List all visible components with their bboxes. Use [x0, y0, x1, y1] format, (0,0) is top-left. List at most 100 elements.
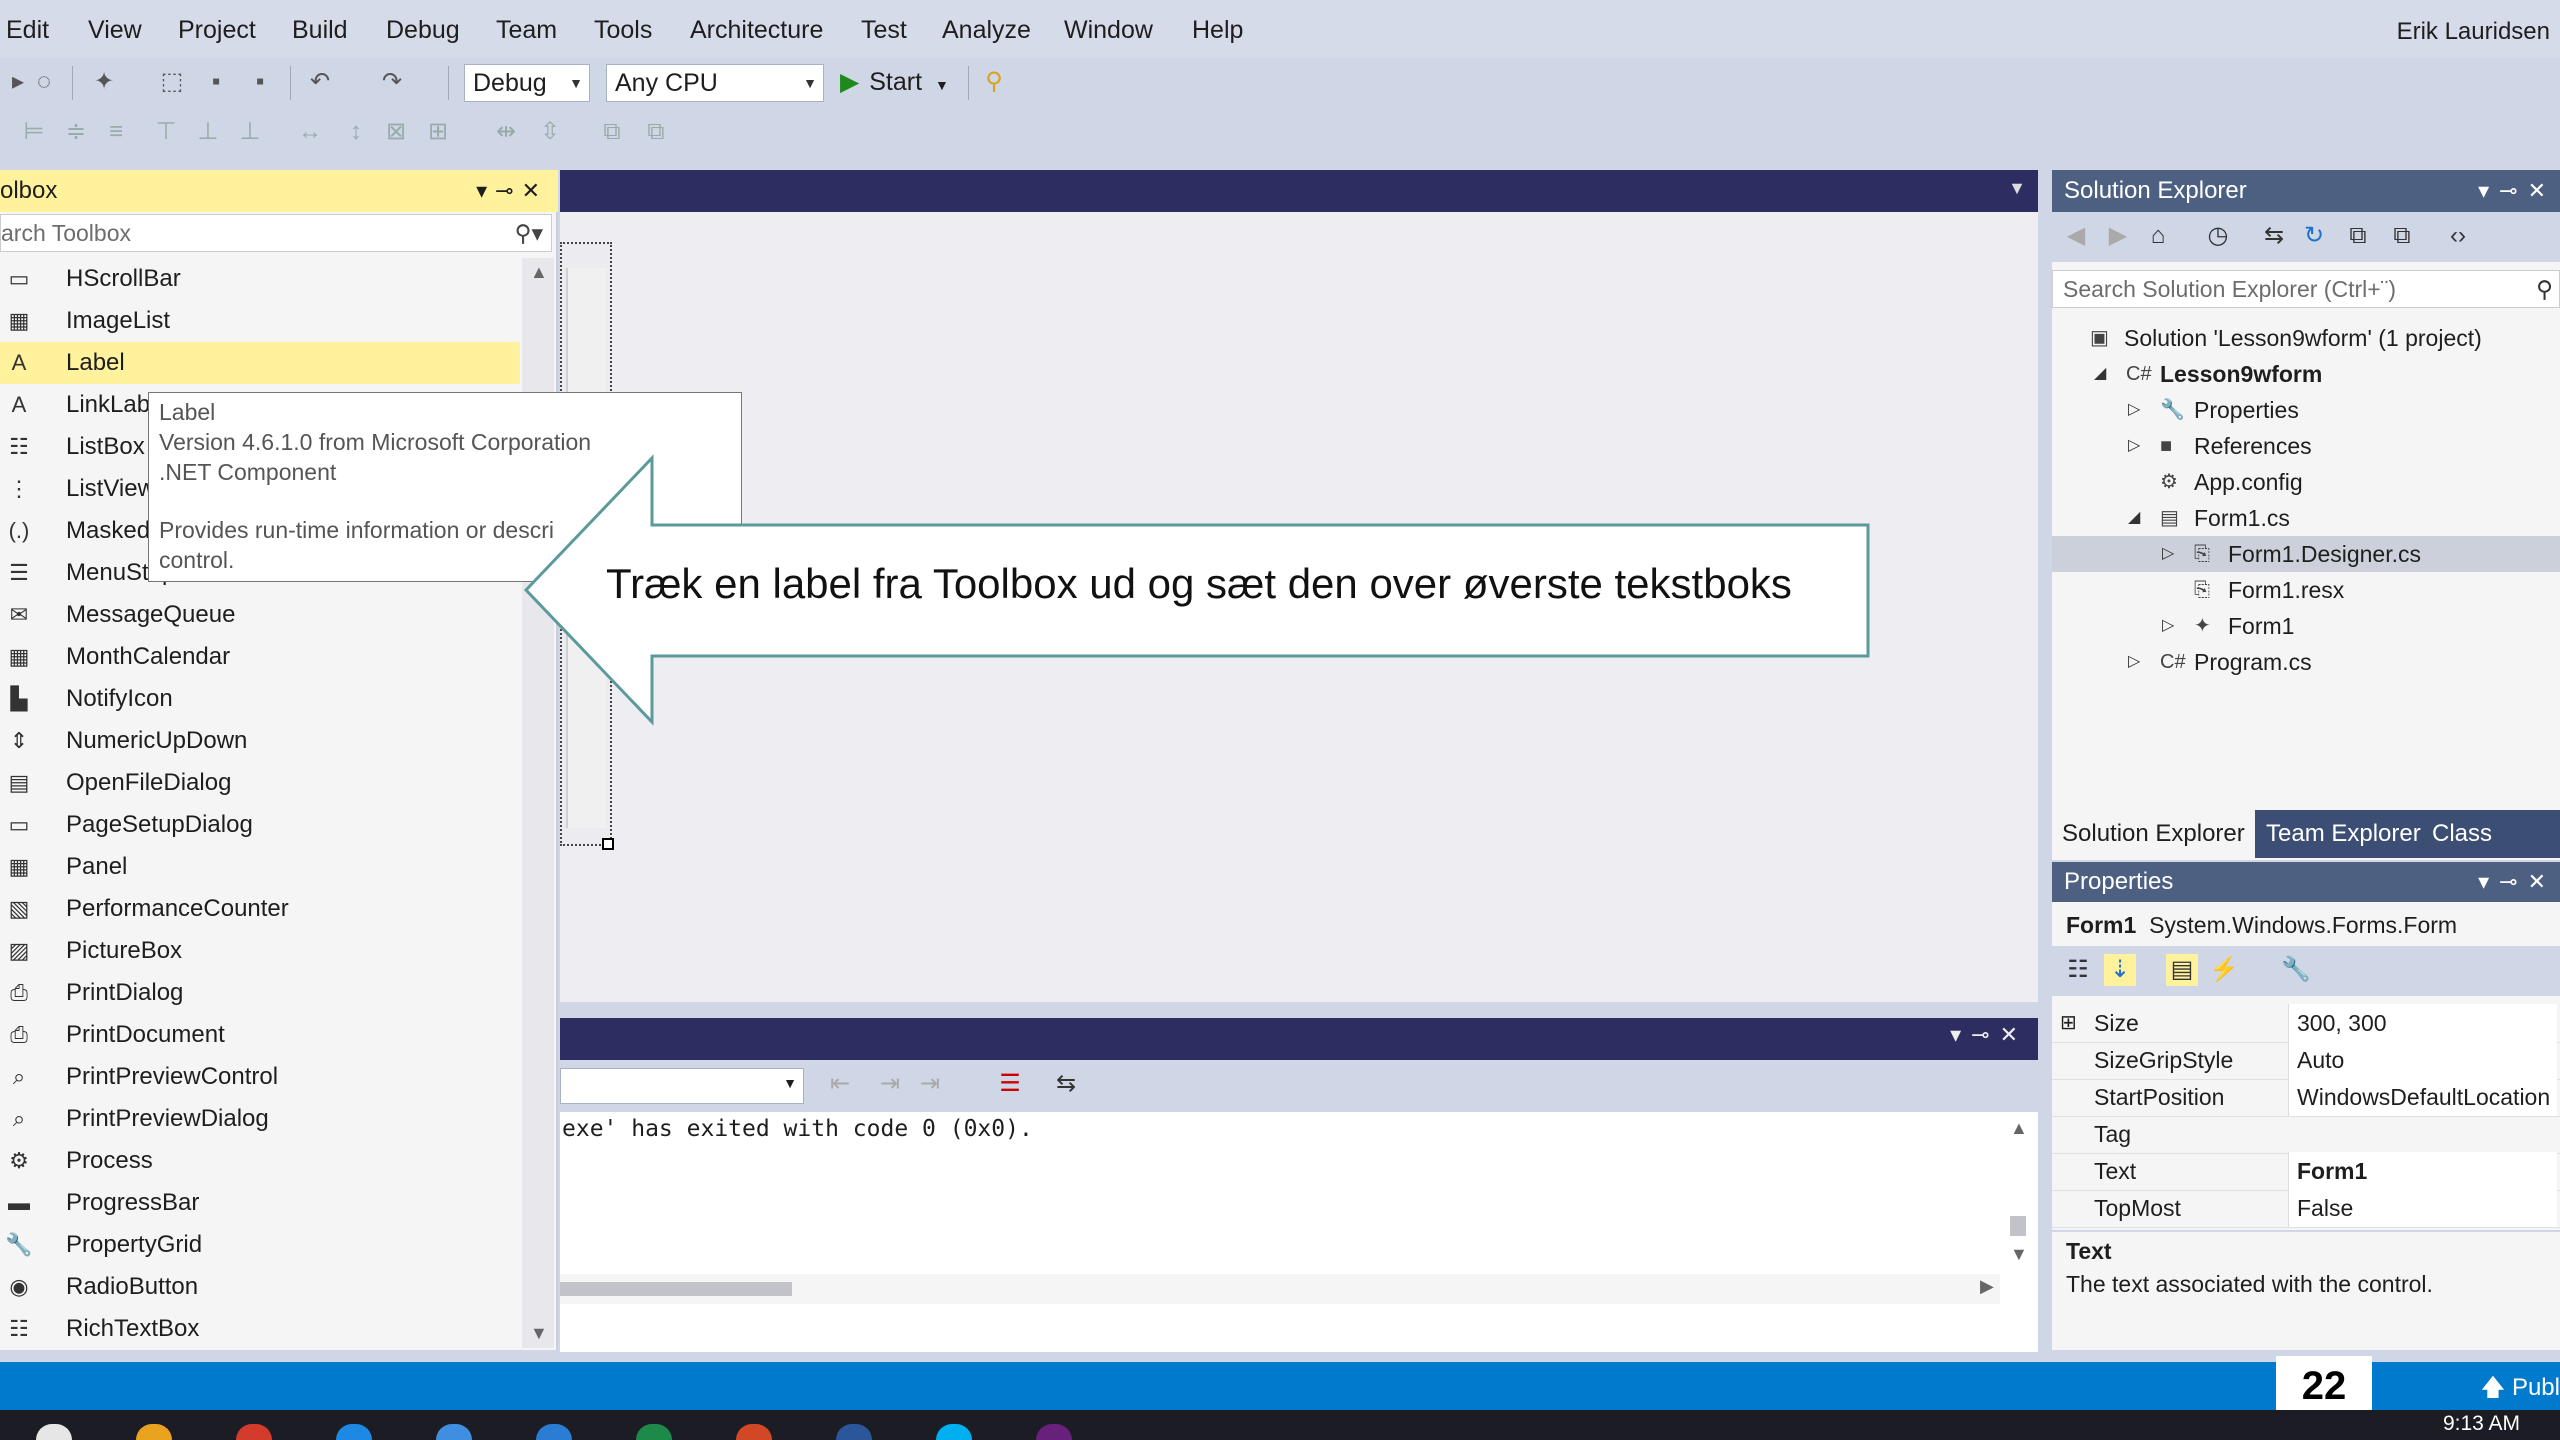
taskbar-app-icon[interactable] [136, 1424, 172, 1440]
align-rights-icon[interactable]: ≡ [100, 116, 132, 148]
menu-help[interactable]: Help [1192, 16, 1243, 45]
toolbox-item[interactable]: ⎙ PrintDocument [0, 1014, 520, 1056]
pin-icon[interactable]: ⊸ [2499, 869, 2527, 894]
taskbar-app-icon[interactable] [636, 1424, 672, 1440]
save-icon[interactable]: ▪ [200, 66, 232, 98]
menu-edit[interactable]: Edit [6, 16, 49, 45]
taskbar-app-icon[interactable] [336, 1424, 372, 1440]
expand-icon[interactable]: ▷ [2128, 392, 2140, 428]
menu-test[interactable]: Test [861, 16, 907, 45]
toolbox-item[interactable]: ▦ MonthCalendar [0, 636, 520, 678]
redo-icon[interactable]: ↷ [376, 66, 408, 98]
solution-config-select[interactable]: Debug ▼ [464, 64, 590, 102]
goto-next-icon[interactable]: ⇥ [874, 1068, 906, 1100]
collapse-icon[interactable]: ◢ [2128, 500, 2140, 536]
expand-icon[interactable]: ▷ [2162, 608, 2174, 644]
toolbox-item[interactable]: ▭ PageSetupDialog [0, 804, 520, 846]
toolbox-item[interactable]: ⎙ PrintDialog [0, 972, 520, 1014]
new-project-icon[interactable]: ✦ [88, 66, 120, 98]
platform-select[interactable]: Any CPU ▼ [606, 64, 824, 102]
navigate-back-icon[interactable]: ◌ [28, 66, 60, 98]
horizontal-scroll-thumb[interactable] [560, 1282, 792, 1296]
property-row[interactable]: TopMost False [2052, 1189, 2560, 1228]
menu-team[interactable]: Team [496, 16, 557, 45]
user-name[interactable]: Erik Lauridsen [2397, 18, 2550, 46]
toolbox-item[interactable]: ⚙ Process [0, 1140, 520, 1182]
toolbox-item[interactable]: ⌕ PrintPreviewDialog [0, 1098, 520, 1140]
tree-item[interactable]: ◢ C# Lesson9wform [2052, 356, 2560, 392]
toolbox-item[interactable]: ⇕ NumericUpDown [0, 720, 520, 762]
taskbar-app-icon[interactable] [436, 1424, 472, 1440]
back-icon[interactable]: ◀ [2060, 220, 2092, 252]
close-icon[interactable]: ✕ [2000, 1022, 2028, 1047]
sync-icon[interactable]: ⇆ [2258, 220, 2290, 252]
bring-to-front-icon[interactable]: ⧉ [596, 116, 628, 148]
property-value[interactable]: 300, 300 [2288, 1004, 2557, 1042]
menu-analyze[interactable]: Analyze [942, 16, 1031, 45]
horizontal-spacing-icon[interactable]: ⇹ [490, 116, 522, 148]
property-value[interactable]: WindowsDefaultLocation [2288, 1078, 2557, 1116]
menu-view[interactable]: View [88, 16, 142, 45]
property-row[interactable]: Text Form1 [2052, 1152, 2560, 1191]
expand-icon[interactable]: ▷ [2162, 536, 2174, 572]
toolbox-item[interactable]: ▧ PerformanceCounter [0, 888, 520, 930]
tree-item[interactable]: ⎘ Form1.resx [2052, 572, 2560, 608]
menu-project[interactable]: Project [178, 16, 256, 45]
properties-icon[interactable]: ▤ [2166, 954, 2198, 986]
toolbox-item[interactable]: 🔧 PropertyGrid [0, 1224, 520, 1266]
taskbar-app-icon[interactable] [1036, 1424, 1072, 1440]
send-to-back-icon[interactable]: ⧉ [640, 116, 672, 148]
chevron-down-icon[interactable]: ▼ [2008, 178, 2026, 199]
property-value[interactable]: False [2288, 1189, 2557, 1227]
output-window[interactable]: exe' has exited with code 0 (0x0). ▲ ▼ ▶ [560, 1112, 2038, 1352]
menu-window[interactable]: Window [1064, 16, 1153, 45]
align-tops-icon[interactable]: ⊤ [150, 116, 182, 148]
make-same-width-icon[interactable]: ↔ [294, 116, 326, 148]
menu-tools[interactable]: Tools [594, 16, 652, 45]
forward-icon[interactable]: ▶ [2102, 220, 2134, 252]
property-row[interactable]: StartPosition WindowsDefaultLocation [2052, 1078, 2560, 1117]
clock[interactable]: 9:13 AM [2443, 1412, 2520, 1436]
expand-icon[interactable]: ▷ [2128, 428, 2140, 464]
show-all-files-icon[interactable]: ⧉ [2386, 220, 2418, 252]
toolbox-item[interactable]: ▬ ProgressBar [0, 1182, 520, 1224]
toolbox-search-input[interactable]: arch Toolbox ⚲▾ [0, 214, 552, 252]
output-source-select[interactable]: ▼ [560, 1068, 804, 1104]
solution-explorer-search-input[interactable]: Search Solution Explorer (Ctrl+¨) ⚲ [2052, 270, 2560, 308]
taskbar-app-icon[interactable] [36, 1424, 72, 1440]
scroll-up-icon[interactable]: ▲ [530, 262, 548, 283]
find-icon[interactable]: ⚲ [978, 66, 1010, 98]
align-lefts-icon[interactable]: ⊨ [18, 116, 50, 148]
property-value[interactable]: Auto [2288, 1041, 2557, 1079]
menu-build[interactable]: Build [292, 16, 348, 45]
refresh-icon[interactable]: ↻ [2298, 220, 2330, 252]
tab-team-explorer[interactable]: Team Explorer [2256, 810, 2431, 858]
toolbox-item[interactable]: ▦ ImageList [0, 300, 520, 342]
scroll-right-icon[interactable]: ▶ [1980, 1276, 1994, 1297]
property-row[interactable]: SizeGripStyle Auto [2052, 1041, 2560, 1080]
view-code-icon[interactable]: ‹› [2442, 220, 2474, 252]
undo-icon[interactable]: ↶ [304, 66, 336, 98]
toolbox-item[interactable]: ◉ RadioButton [0, 1266, 520, 1308]
taskbar-app-icon[interactable] [736, 1424, 772, 1440]
pin-icon[interactable]: ⊸ [1971, 1022, 1999, 1047]
publish-button[interactable]: 🡅 Publ [2481, 1370, 2560, 1411]
scroll-down-icon[interactable]: ▼ [2010, 1244, 2028, 1265]
pending-changes-filter-icon[interactable]: ◷ [2202, 220, 2234, 252]
start-button[interactable]: ▶ Start ▼ [840, 64, 949, 103]
goto-previous-icon[interactable]: ⇤ [824, 1068, 856, 1100]
property-row[interactable]: ⊞ Size 300, 300 [2052, 1004, 2560, 1043]
alphabetical-icon[interactable]: ⇣ [2104, 954, 2136, 986]
close-icon[interactable]: ✕ [2528, 178, 2556, 203]
tab-solution-explorer[interactable]: Solution Explorer [2052, 810, 2255, 858]
align-bottoms-icon[interactable]: ⊥ [234, 116, 266, 148]
expand-icon[interactable]: ⊞ [2060, 1004, 2077, 1042]
expand-icon[interactable]: ▷ [2128, 644, 2140, 680]
window-position-icon[interactable]: ▾ [1950, 1022, 1971, 1047]
close-icon[interactable]: ✕ [522, 178, 548, 203]
window-position-icon[interactable]: ▾ [2478, 178, 2499, 203]
tree-item[interactable]: ▣ Solution 'Lesson9wform' (1 project) [2052, 320, 2560, 356]
toolbox-item[interactable]: ▤ OpenFileDialog [0, 762, 520, 804]
menu-architecture[interactable]: Architecture [690, 16, 823, 45]
events-icon[interactable]: ⚡ [2208, 954, 2240, 986]
